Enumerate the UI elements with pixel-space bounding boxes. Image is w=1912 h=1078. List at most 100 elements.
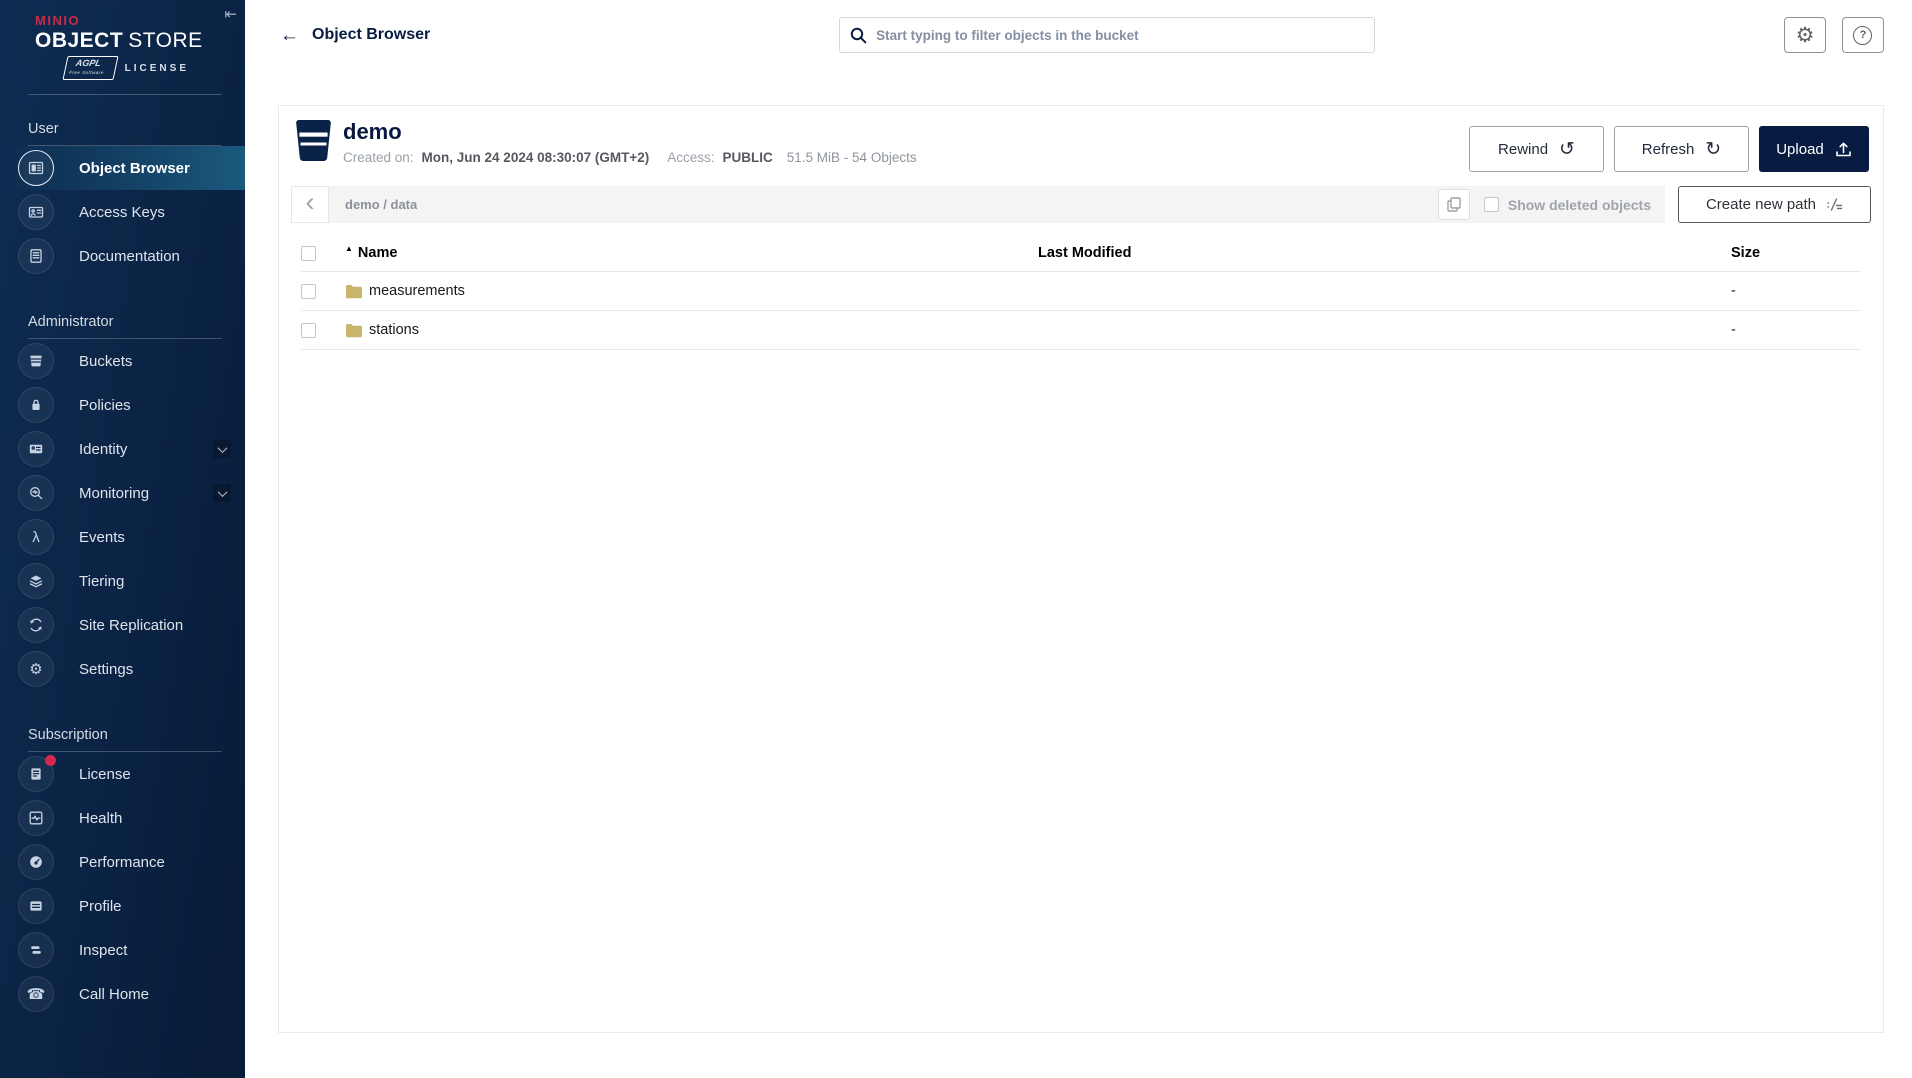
- bucket-header: demo Created on: Mon, Jun 24 2024 08:30:…: [279, 106, 1883, 180]
- sidebar-item-tiering[interactable]: Tiering: [0, 559, 245, 603]
- gear-icon: ⚙: [1796, 23, 1815, 48]
- sort-ascending-icon[interactable]: ▲: [345, 244, 353, 253]
- row-checkbox[interactable]: [301, 284, 316, 299]
- sidebar-item-health[interactable]: Health: [0, 796, 245, 840]
- collapse-sidebar-icon[interactable]: ⇤: [224, 5, 237, 23]
- minio-wordmark: MINIO: [35, 13, 245, 28]
- topbar: ← Object Browser ⚙ ?: [245, 0, 1912, 70]
- rewind-button[interactable]: Rewind↺: [1469, 126, 1604, 172]
- sidebar-item-events[interactable]: λ Events: [0, 515, 245, 559]
- license-word: LICENSE: [125, 63, 189, 74]
- created-value: Mon, Jun 24 2024 08:30:07 (GMT+2): [422, 150, 650, 165]
- table-row[interactable]: measurements -: [301, 272, 1861, 311]
- documentation-icon: [18, 238, 54, 274]
- settings-button[interactable]: ⚙: [1784, 17, 1826, 53]
- sidebar-section-administrator: Administrator Buckets Policies Identity: [0, 288, 245, 691]
- row-checkbox[interactable]: [301, 323, 316, 338]
- policies-icon: [18, 387, 54, 423]
- sidebar-item-site-replication[interactable]: Site Replication: [0, 603, 245, 647]
- sidebar-item-access-keys[interactable]: Access Keys: [0, 190, 245, 234]
- column-header-size[interactable]: Size: [1731, 245, 1861, 261]
- profile-icon: [18, 888, 54, 924]
- sidebar-item-profile[interactable]: Profile: [0, 884, 245, 928]
- bucket-browser-card: demo Created on: Mon, Jun 24 2024 08:30:…: [278, 105, 1884, 1033]
- objects-table: ▲ Name Last Modified Size measurements -: [301, 235, 1861, 350]
- object-browser-icon: [18, 150, 54, 186]
- sidebar-section-subscription: Subscription License Health Performance: [0, 701, 245, 1016]
- bucket-meta: Created on: Mon, Jun 24 2024 08:30:07 (G…: [343, 150, 917, 165]
- object-name-cell[interactable]: stations: [345, 322, 1038, 338]
- upload-button[interactable]: Upload: [1759, 126, 1869, 172]
- size-cell: -: [1731, 283, 1861, 299]
- sidebar-item-object-browser[interactable]: Object Browser: [0, 146, 245, 190]
- table-header-row: ▲ Name Last Modified Size: [301, 235, 1861, 272]
- license-icon: [18, 756, 54, 792]
- copy-icon: [1447, 197, 1461, 212]
- inspect-icon: [18, 932, 54, 968]
- select-all-checkbox[interactable]: [301, 246, 316, 261]
- access-value: PUBLIC: [723, 150, 773, 165]
- identity-icon: [18, 431, 54, 467]
- sidebar: ⇤ MINIO OBJECTSTORE AGPLFree Software LI…: [0, 0, 245, 1078]
- breadcrumb[interactable]: demo / data: [345, 197, 417, 212]
- help-button[interactable]: ?: [1842, 17, 1884, 53]
- rewind-icon: ↺: [1559, 140, 1575, 159]
- table-row[interactable]: stations -: [301, 311, 1861, 350]
- bucket-icon: [296, 119, 331, 162]
- show-deleted-label: Show deleted objects: [1508, 197, 1651, 213]
- sidebar-item-identity[interactable]: Identity: [0, 427, 245, 471]
- folder-icon: [345, 284, 363, 299]
- column-header-last-modified[interactable]: Last Modified: [1038, 245, 1731, 261]
- page-title: Object Browser: [312, 26, 430, 44]
- access-keys-icon: [18, 194, 54, 230]
- access-label: Access:: [667, 150, 714, 165]
- path-back-button[interactable]: ‹: [291, 186, 329, 223]
- sidebar-item-monitoring[interactable]: Monitoring: [0, 471, 245, 515]
- product-name: OBJECTSTORE: [35, 29, 245, 53]
- new-path-icon: [1826, 197, 1843, 212]
- create-new-path-button[interactable]: Create new path: [1678, 186, 1871, 223]
- size-cell: -: [1731, 322, 1861, 338]
- created-label: Created on:: [343, 150, 414, 165]
- section-label: User: [0, 95, 245, 145]
- call-home-phone-icon: ☎: [18, 976, 54, 1012]
- copy-path-button[interactable]: [1438, 189, 1470, 220]
- show-deleted-toggle[interactable]: Show deleted objects: [1484, 197, 1651, 213]
- search-input[interactable]: [876, 28, 1364, 43]
- events-icon: λ: [18, 519, 54, 555]
- sidebar-item-settings[interactable]: ⚙ Settings: [0, 647, 245, 691]
- folder-icon: [345, 323, 363, 338]
- sidebar-item-performance[interactable]: Performance: [0, 840, 245, 884]
- monitoring-icon: [18, 475, 54, 511]
- sidebar-item-license[interactable]: License: [0, 752, 245, 796]
- object-name-cell[interactable]: measurements: [345, 283, 1038, 299]
- bucket-usage: 51.5 MiB - 54 Objects: [787, 150, 917, 165]
- breadcrumb-strip: demo / data Show deleted objects: [329, 186, 1665, 223]
- object-filter-search[interactable]: [839, 17, 1375, 53]
- help-icon: ?: [1853, 26, 1872, 45]
- back-arrow-icon[interactable]: ←: [280, 26, 299, 45]
- buckets-icon: [18, 343, 54, 379]
- sidebar-item-call-home[interactable]: ☎ Call Home: [0, 972, 245, 1016]
- refresh-button[interactable]: Refresh↻: [1614, 126, 1749, 172]
- column-header-name[interactable]: Name: [358, 245, 398, 261]
- path-bar: ‹ demo / data Show deleted objects Creat…: [291, 186, 1871, 223]
- health-icon: [18, 800, 54, 836]
- performance-gauge-icon: [18, 844, 54, 880]
- sidebar-item-documentation[interactable]: Documentation: [0, 234, 245, 278]
- chevron-down-icon[interactable]: [213, 484, 231, 502]
- agpl-badge: AGPLFree Software: [62, 56, 118, 80]
- sidebar-item-buckets[interactable]: Buckets: [0, 339, 245, 383]
- sidebar-section-user: User Object Browser Access Keys Document…: [0, 95, 245, 278]
- show-deleted-checkbox[interactable]: [1484, 197, 1499, 212]
- settings-gear-icon: ⚙: [18, 651, 54, 687]
- tiering-icon: [18, 563, 54, 599]
- chevron-down-icon[interactable]: [213, 440, 231, 458]
- sidebar-item-inspect[interactable]: Inspect: [0, 928, 245, 972]
- section-label: Administrator: [0, 288, 245, 338]
- search-icon: [850, 27, 867, 44]
- sidebar-item-policies[interactable]: Policies: [0, 383, 245, 427]
- bucket-name: demo: [343, 119, 917, 145]
- section-label: Subscription: [0, 701, 245, 751]
- refresh-icon: ↻: [1705, 140, 1721, 159]
